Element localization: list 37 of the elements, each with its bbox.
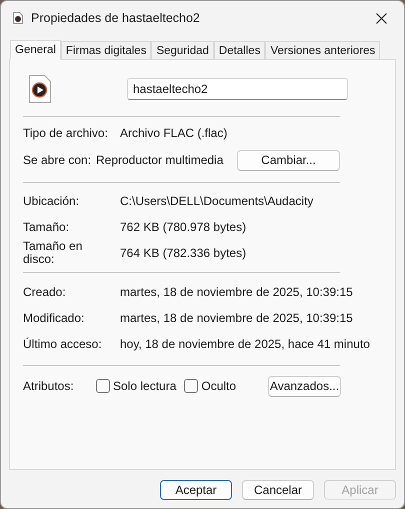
tab[interactable]: Versiones anteriores xyxy=(265,41,380,59)
dialog-button[interactable]: Aceptar xyxy=(160,480,232,500)
field-label: Se abre con: xyxy=(23,154,92,166)
checkbox[interactable]: Solo lectura xyxy=(96,379,176,393)
field-value: Archivo FLAC (.flac) xyxy=(120,126,228,140)
tab[interactable]: General xyxy=(10,40,61,60)
field-label: Tamaño en disco: xyxy=(23,240,84,266)
checkbox[interactable]: Oculto xyxy=(184,379,236,393)
field-label: Modificado: xyxy=(23,312,86,324)
checkbox-label: Oculto xyxy=(201,379,236,393)
field-label: Atributos: xyxy=(23,380,75,392)
field-value: C:\Users\DELL\Documents\Audacity xyxy=(120,194,314,208)
close-icon xyxy=(376,12,386,24)
tab[interactable]: Firmas digitales xyxy=(60,41,152,59)
dialog-button[interactable]: Cancelar xyxy=(242,480,314,500)
field-label: Último acceso: xyxy=(23,338,103,350)
field-value: Reproductor multimedia xyxy=(96,153,224,167)
field-label: Ubicación: xyxy=(23,194,80,208)
tab[interactable]: Detalles xyxy=(214,41,266,59)
checkbox-box[interactable] xyxy=(184,379,198,393)
field-label: Creado: xyxy=(23,286,67,298)
window-title: Propiedades de hastaeltecho2 xyxy=(31,11,201,25)
media-file-icon xyxy=(29,75,51,103)
field-value: 762 KB (780.978 bytes) xyxy=(120,220,248,234)
tab[interactable]: Seguridad xyxy=(151,41,214,59)
field-label: Tipo de archivo: xyxy=(23,126,109,140)
checkbox-box[interactable] xyxy=(96,379,110,393)
field-value: 764 KB (782.336 bytes) xyxy=(120,246,248,260)
change-button[interactable]: Cambiar... xyxy=(237,150,340,170)
field-value: martes, 18 de noviembre de 2025, 10:39:15 xyxy=(120,285,354,299)
field-label: Tamaño: xyxy=(23,220,70,234)
file-name-field[interactable]: hastaeltecho2 xyxy=(127,78,348,100)
checkbox-label: Solo lectura xyxy=(113,379,176,393)
advanced-button[interactable]: Avanzados... xyxy=(268,376,341,396)
file-icon xyxy=(13,12,23,24)
field-value: martes, 18 de noviembre de 2025, 10:39:15 xyxy=(120,311,354,325)
field-value: hoy, 18 de noviembre de 2025, hace 41 minuto xyxy=(120,337,371,351)
